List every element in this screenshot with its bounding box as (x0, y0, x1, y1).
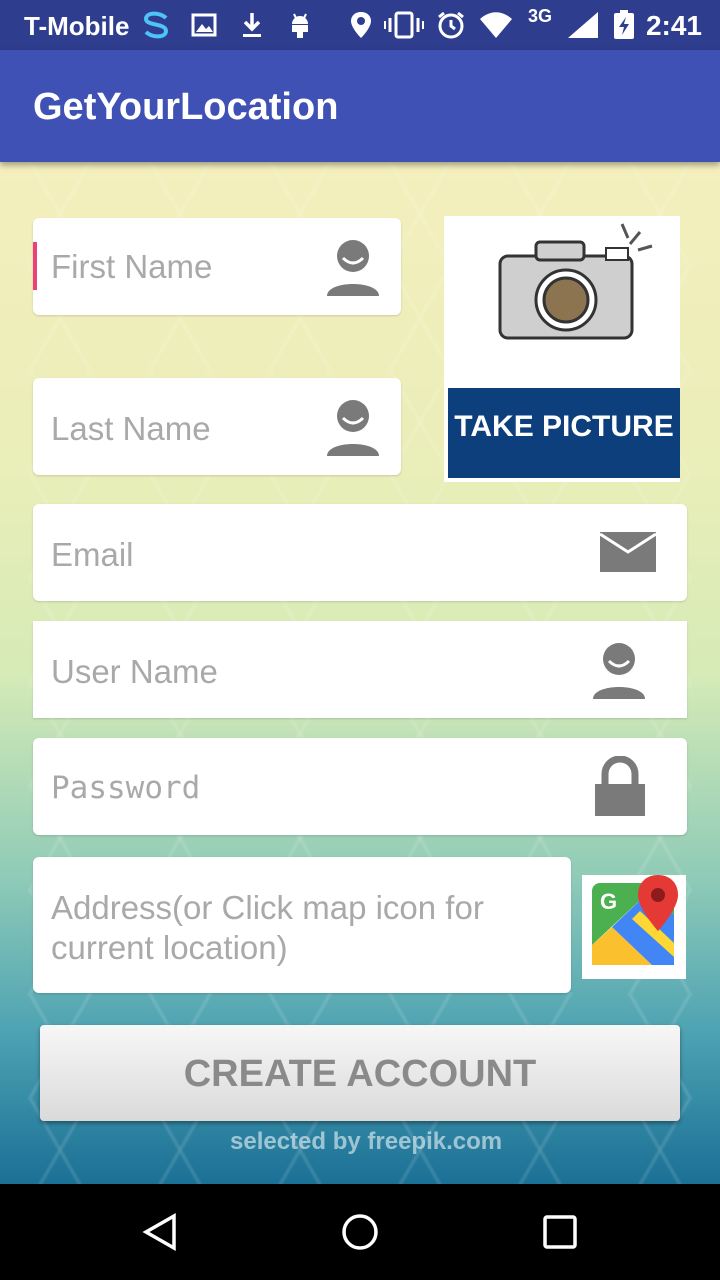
email-field[interactable]: Email (33, 504, 687, 601)
lock-icon (595, 756, 645, 816)
address-placeholder-line1: Address(or Click map icon for (51, 889, 484, 926)
app-bar: GetYourLocation (0, 50, 720, 162)
user-name-placeholder: User Name (51, 653, 218, 690)
map-location-button[interactable]: G (582, 875, 686, 979)
create-account-label: CREATE ACCOUNT (183, 1053, 537, 1095)
android-icon (292, 13, 308, 38)
recents-icon[interactable] (542, 1214, 578, 1250)
email-placeholder: Email (51, 536, 134, 573)
last-name-placeholder: Last Name (51, 410, 211, 447)
status-bar: T-Mobile 3G 2:41 (0, 0, 720, 50)
network-type: 3G (528, 6, 553, 26)
s-app-icon (143, 11, 169, 39)
back-icon[interactable] (140, 1212, 180, 1252)
address-field[interactable]: Address(or Click map icon for current lo… (33, 857, 571, 993)
camera-icon (498, 223, 653, 340)
person-icon (593, 643, 645, 699)
app-title: GetYourLocation (33, 86, 339, 128)
take-picture-label: TAKE PICTURE (454, 410, 674, 443)
person-icon (327, 400, 379, 456)
create-account-button[interactable]: CREATE ACCOUNT (40, 1025, 680, 1121)
freepik-watermark: selected by freepik.com (230, 1128, 503, 1155)
person-icon (327, 240, 379, 296)
last-name-field[interactable]: Last Name (33, 378, 401, 475)
download-icon (243, 13, 261, 37)
svg-text:G: G (600, 889, 617, 914)
text-cursor (33, 242, 37, 290)
alarm-icon (438, 11, 464, 39)
address-placeholder-line2: current location) (51, 929, 288, 966)
password-placeholder: Password (51, 770, 201, 806)
vibrate-icon (384, 11, 424, 39)
battery-charging-icon (614, 10, 634, 39)
first-name-placeholder: First Name (51, 248, 213, 285)
take-picture-button[interactable]: TAKE PICTURE (444, 216, 680, 482)
user-name-field[interactable]: User Name (33, 621, 687, 718)
google-maps-icon: G (592, 875, 678, 965)
signal-icon (568, 12, 598, 38)
carrier-name: T-Mobile (24, 11, 130, 41)
password-field[interactable]: Password (33, 738, 687, 835)
clock: 2:41 (645, 10, 702, 41)
first-name-field[interactable]: First Name (33, 218, 401, 315)
envelope-icon (599, 532, 657, 572)
wifi-icon (480, 12, 512, 38)
navigation-bar (0, 1184, 720, 1280)
location-icon (351, 12, 371, 38)
take-picture-banner: TAKE PICTURE (448, 388, 680, 478)
image-icon (191, 13, 217, 37)
home-icon[interactable] (340, 1212, 380, 1252)
